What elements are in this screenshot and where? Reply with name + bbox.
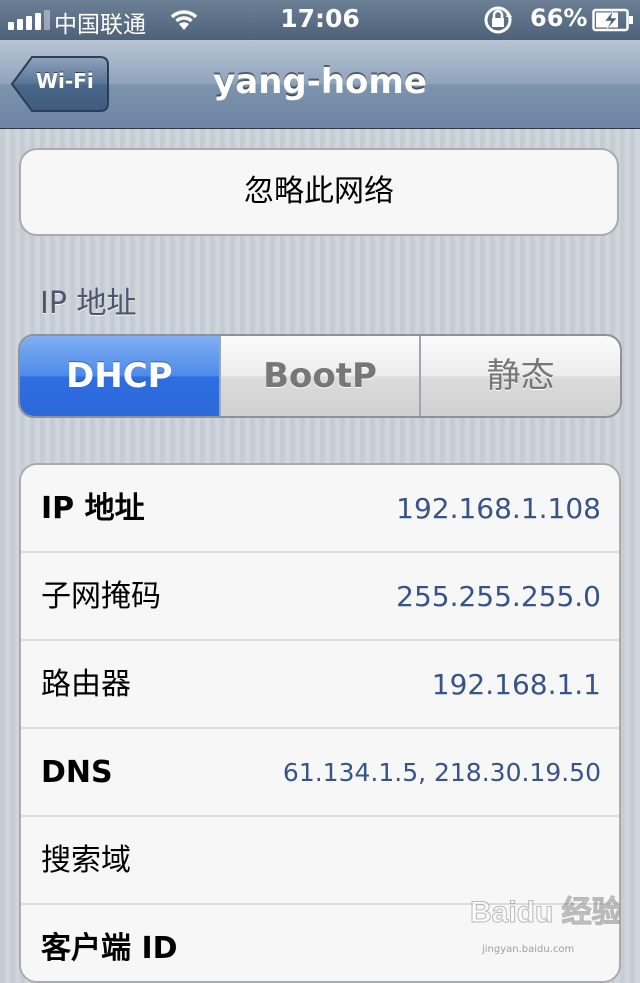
- row-label: 子网掩码: [41, 579, 161, 614]
- row-label: 路由器: [41, 667, 131, 702]
- row-label: 搜索域: [41, 843, 131, 878]
- rotation-lock-icon: [484, 6, 512, 34]
- table-row-router[interactable]: 路由器 192.168.1.1: [21, 641, 619, 729]
- row-label: IP 地址: [41, 491, 145, 526]
- battery-percentage: 66%: [530, 4, 588, 32]
- row-value: 61.134.1.5, 218.30.19.50: [282, 758, 601, 787]
- watermark-brand: Baidu 经验: [470, 895, 620, 929]
- segment-static[interactable]: 静态: [419, 336, 620, 416]
- row-value: 192.168.1.108: [396, 492, 601, 525]
- table-row-subnet-mask[interactable]: 子网掩码 255.255.255.0: [21, 553, 619, 641]
- row-value: 255.255.255.0: [396, 580, 601, 613]
- back-button-label: Wi-Fi: [36, 69, 94, 93]
- row-label: DNS: [41, 755, 113, 790]
- segment-bootp[interactable]: BootP: [218, 336, 420, 416]
- back-button[interactable]: Wi-Fi: [10, 55, 110, 113]
- navigation-bar: Wi-Fi yang-home: [0, 40, 640, 129]
- segment-dhcp[interactable]: DHCP: [20, 336, 219, 416]
- watermark-url: jingyan.baidu.com: [482, 944, 575, 955]
- baidu-paw-logo-icon: Baidu 经验: [470, 895, 623, 930]
- forget-network-button[interactable]: 忽略此网络: [19, 148, 619, 236]
- ip-mode-segmented-control: DHCP BootP 静态: [18, 334, 622, 418]
- page-title: yang-home: [213, 62, 427, 102]
- table-row-ip-address[interactable]: IP 地址 192.168.1.108: [21, 465, 619, 553]
- baidu-watermark: Baidu 经验 jingyan.baidu.com: [470, 882, 623, 956]
- ip-section-header: IP 地址: [40, 286, 137, 321]
- row-value: 192.168.1.1: [431, 668, 601, 701]
- status-bar: 中国联通 17:06 66%: [0, 0, 640, 40]
- row-label: 客户端 ID: [41, 931, 178, 966]
- table-row-dns[interactable]: DNS 61.134.1.5, 218.30.19.50: [21, 729, 619, 817]
- battery-charging-icon: [592, 8, 633, 32]
